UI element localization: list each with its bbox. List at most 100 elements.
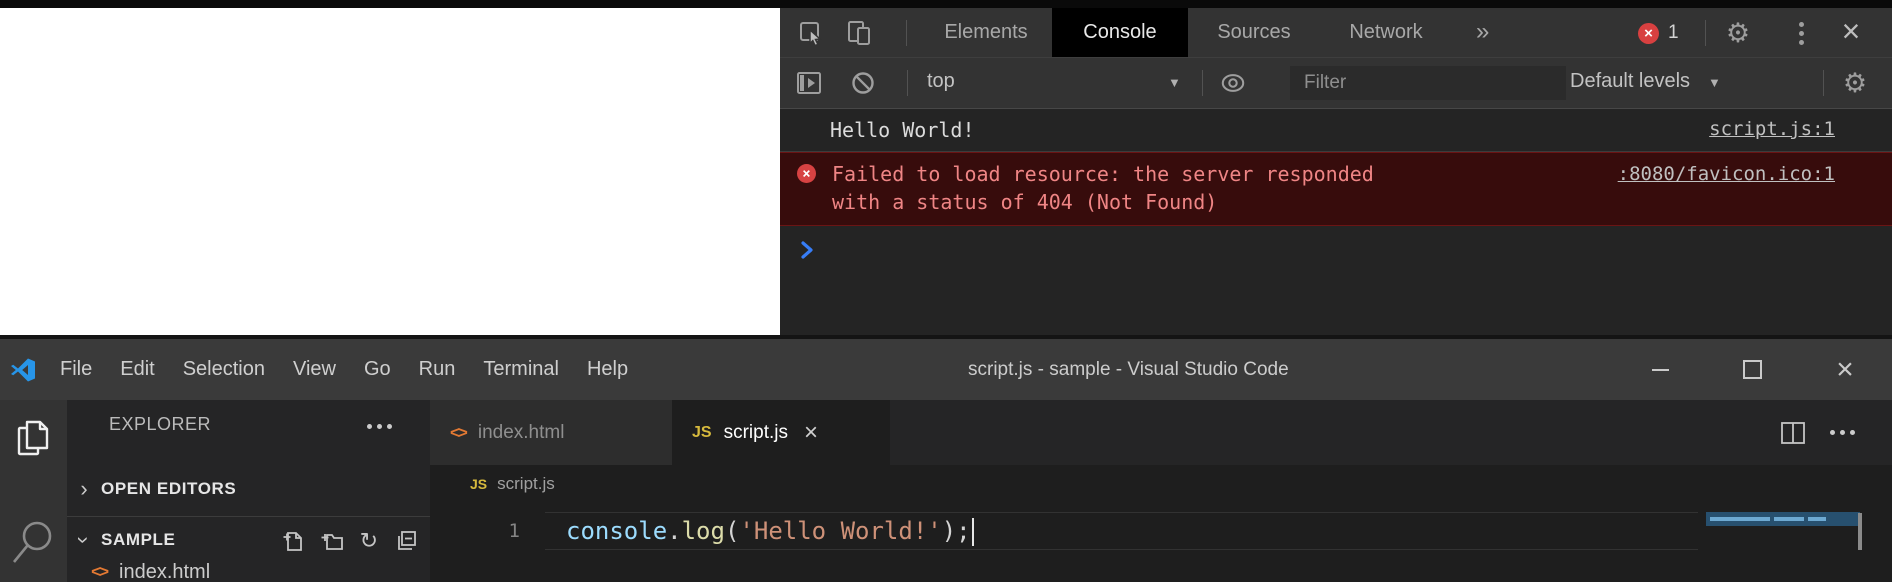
html-file-icon: <> [450,423,466,443]
log-levels-label: Default levels [1570,70,1690,93]
code-token: console [566,517,667,545]
code-area[interactable]: 1 console.log('Hello World!'); [430,502,1892,582]
console-error-text: Failed to load resource: the server resp… [832,160,1412,216]
menu-file[interactable]: File [46,358,106,381]
more-tabs-icon[interactable]: » [1468,8,1497,57]
clear-console-icon[interactable] [850,70,876,96]
overview-ruler-marker [1858,513,1862,550]
console-sidebar-toggle-icon[interactable] [796,70,822,96]
breadcrumb[interactable]: JS script.js [430,465,1892,502]
maximize-button[interactable] [1735,339,1769,400]
menu-help[interactable]: Help [573,358,642,381]
window-title: script.js - sample - Visual Studio Code [968,339,1289,400]
device-toolbar-icon[interactable] [846,20,872,46]
minimap-slider[interactable] [1706,512,1860,526]
menu-run[interactable]: Run [405,358,470,381]
editor-tab-script-js[interactable]: JS script.js × [672,400,890,465]
tab-console[interactable]: Console [1052,8,1188,57]
toolbar-divider-2 [1202,70,1203,96]
tree-item-label: index.html [119,561,210,582]
live-expression-eye-icon[interactable] [1220,70,1246,96]
console-prompt[interactable] [780,226,1892,265]
menu-terminal[interactable]: Terminal [469,358,573,381]
menu-go[interactable]: Go [350,358,405,381]
console-log-row: Hello World! script.js:1 [780,109,1892,152]
folder-actions: ↻ [282,529,418,553]
split-editor-icon[interactable] [1780,421,1806,445]
tabbar-divider-right [1705,20,1706,46]
devtools-panel: Elements Console Sources Network » × 1 ⚙… [780,8,1892,335]
js-file-icon: JS [692,424,712,442]
devtools-menu-icon[interactable] [1788,20,1814,46]
editor-actions [1780,400,1855,465]
new-folder-icon[interactable] [320,529,344,553]
tree-item-index-html[interactable]: <> index.html [67,555,430,582]
code-line-1[interactable]: console.log('Hello World!'); [566,512,974,550]
code-token: . [667,517,681,545]
console-settings-icon[interactable]: ⚙ [1842,70,1868,96]
code-token: log [682,517,725,545]
editor-tab-index-html[interactable]: <> index.html [430,400,672,465]
devtools-close-button[interactable]: × [1838,18,1864,44]
window-close-button[interactable]: × [1828,339,1862,400]
menu-selection[interactable]: Selection [169,358,279,381]
browser-page-viewport [0,8,780,335]
new-file-icon[interactable] [282,529,304,553]
error-badge[interactable]: × 1 [1638,22,1679,44]
html-file-icon: <> [67,562,107,582]
maximize-icon [1743,360,1762,379]
error-badge-icon: × [1638,23,1659,44]
tab-sources[interactable]: Sources [1188,8,1320,57]
console-log-source-link[interactable]: script.js:1 [1709,118,1835,140]
devtools-tabs: Elements Console Sources Network [920,8,1452,57]
open-editors-label: OPEN EDITORS [101,479,236,499]
menu-edit[interactable]: Edit [106,358,168,381]
console-error-source-link[interactable]: :8080/favicon.ico:1 [1618,163,1835,185]
folder-section-header[interactable]: › SAMPLE ↻ [67,521,430,559]
editor-tabbar: <> index.html JS script.js × [430,400,1892,465]
explorer-title: EXPLORER [109,414,211,435]
toolbar-divider-1 [907,70,908,96]
vscode-main: EXPLORER › OPEN EDITORS › SAMPLE [0,400,1892,582]
explorer-header: EXPLORER [67,400,430,448]
tab-close-icon[interactable]: × [804,421,818,445]
refresh-icon[interactable]: ↻ [360,530,378,552]
files-icon [16,418,52,458]
folder-label: SAMPLE [101,530,175,550]
open-editors-section[interactable]: › OPEN EDITORS [67,470,430,508]
vscode-logo-icon [10,357,36,383]
inspect-element-icon[interactable] [798,20,824,46]
explorer-more-actions-icon[interactable] [367,424,392,429]
console-error-row: × Failed to load resource: the server re… [780,152,1892,226]
kebab-icon [1799,22,1804,45]
close-icon: × [1842,15,1861,47]
chevron-down-icon: › [73,536,95,543]
vscode-titlebar: File Edit Selection View Go Run Terminal… [0,335,1892,400]
search-icon [12,512,56,582]
devtools-tabbar: Elements Console Sources Network » × 1 ⚙… [780,8,1892,58]
tab-label: index.html [478,422,565,444]
inspect-element-icon-svg [798,20,824,46]
devtools-settings-icon[interactable]: ⚙ [1725,20,1751,46]
tab-network[interactable]: Network [1320,8,1452,57]
explorer-activity-icon[interactable] [0,418,67,458]
tab-elements[interactable]: Elements [920,8,1052,57]
console-log-text: Hello World! [830,118,975,142]
dock-icon-svg [796,71,822,95]
console-filter-input[interactable] [1290,66,1566,100]
levels-dropdown-arrow-icon: ▼ [1708,75,1721,90]
close-icon: × [1836,355,1854,385]
chevron-right-icon: › [67,478,101,500]
console-prompt-icon [800,240,815,260]
console-messages: Hello World! script.js:1 × Failed to loa… [780,109,1892,265]
eye-icon-svg [1220,71,1246,95]
editor-more-actions-icon[interactable] [1830,430,1855,435]
search-activity-icon[interactable] [0,512,67,582]
text-cursor [972,518,974,546]
minimize-button[interactable] [1643,339,1677,400]
collapse-all-icon[interactable] [394,529,418,553]
line-number: 1 [490,512,520,550]
menu-view[interactable]: View [279,358,350,381]
device-toolbar-icon-svg [846,20,872,46]
minimize-icon [1652,369,1669,371]
